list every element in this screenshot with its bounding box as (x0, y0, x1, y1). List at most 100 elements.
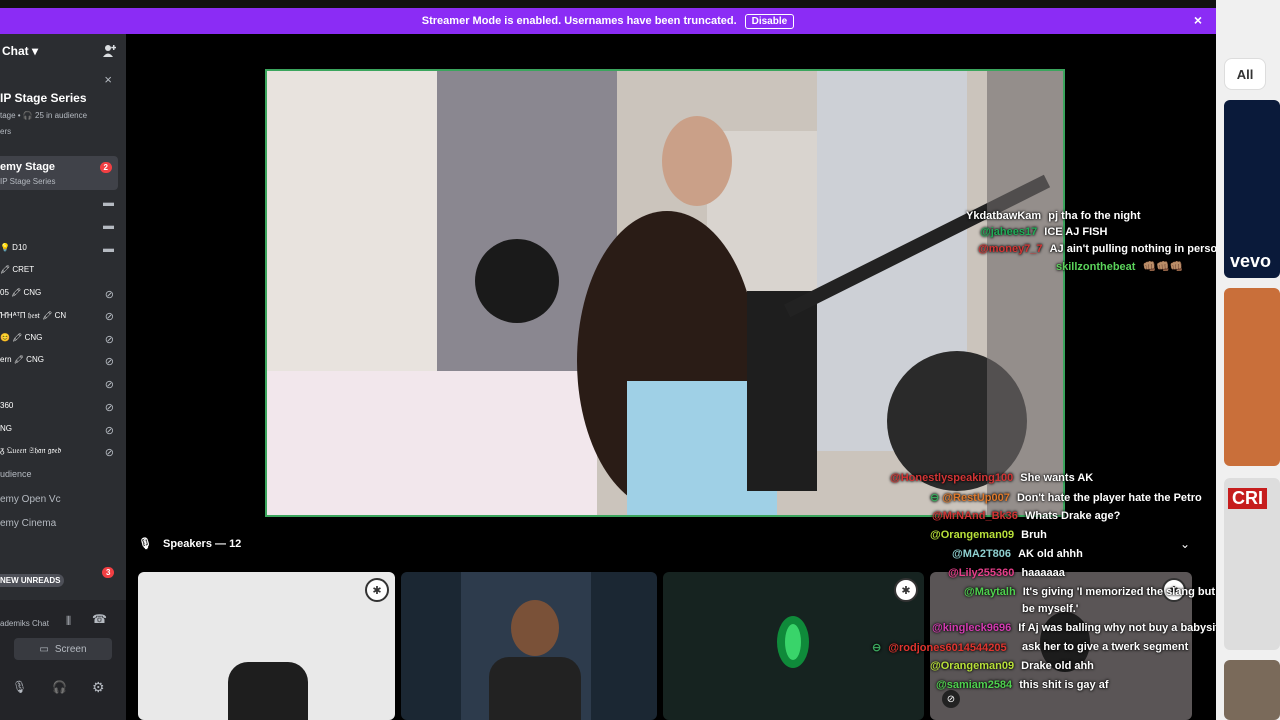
chat-message: @MrNAnd_Bk36 Whats Drake age? (932, 510, 1120, 522)
chat-username: @jahees17 (980, 226, 1038, 238)
gear-icon[interactable]: ⚙ (92, 679, 105, 696)
chat-message: @money7_7 AJ ain't pulling nothing in pe… (978, 243, 1227, 255)
speaker-tile[interactable] (401, 572, 657, 720)
chat-username: YkdatbawKam (966, 210, 1042, 222)
chat-text: If Aj was balling why not buy a babysitt… (1018, 622, 1234, 634)
chat-text: Bruh (1021, 529, 1047, 541)
verified-icon: ⊖ (930, 492, 940, 504)
channel-cinema[interactable]: emy Cinema (0, 518, 56, 529)
mic-off-icon: ⊘ (104, 311, 114, 323)
chat-message: @samiam2584 this shit is gay af (936, 679, 1108, 691)
camera-icon: ▬ (103, 220, 114, 232)
chat-message: @Orangeman09 Drake old ahh (930, 660, 1094, 672)
mic-icon: 🎙 (138, 538, 152, 550)
mic-icon[interactable]: 🎙 (12, 680, 27, 694)
chat-text: 👊🏽👊🏽👊🏽 (1142, 261, 1184, 273)
chat-message: @Orangeman09 Bruh (930, 529, 1047, 541)
member-item[interactable]: 05 🖍 CNG (0, 288, 41, 297)
speaker-video-content (511, 600, 559, 656)
stream-scene (267, 71, 1063, 515)
channel-open-vc[interactable]: emy Open Vc (0, 494, 61, 505)
camera-icon: ▬ (103, 243, 114, 255)
voice-panel: ademiks Chat ⫴ ☎ ▭ Screen 🎙 🎧 ⚙ (0, 600, 126, 720)
video-thumbnail[interactable]: vevo (1224, 100, 1280, 278)
chat-header[interactable]: Chat ▾ (2, 44, 38, 58)
mic-off-icon: ⊘ (104, 425, 114, 437)
close-icon[interactable]: × (104, 72, 112, 87)
speakers-label: Speakers — 12 (163, 538, 242, 550)
speaker-video-content (489, 657, 581, 720)
speaker-video-content (228, 662, 308, 720)
chat-message: ⊖ @RestUp007 Don't hate the player hate … (930, 491, 1202, 504)
speakers-section-header: 🎙 Speakers — 12 (138, 537, 241, 550)
sidebar: Chat ▾ × IP Stage Series tage • 🎧 25 in … (0, 34, 126, 720)
chat-text: Whats Drake age? (1024, 510, 1121, 522)
chat-username: @RestUp007 (942, 492, 1010, 504)
unreads-count-badge: 3 (102, 567, 115, 578)
member-item[interactable]: 360 (0, 401, 13, 410)
soundboard-icon[interactable]: ⫴ (66, 614, 71, 629)
chat-username: @kingleck9696 (932, 622, 1012, 634)
chat-message: @Lily255360 haaaaaa (948, 567, 1065, 579)
close-icon[interactable]: × (1194, 12, 1202, 28)
video-thumbnail[interactable] (1224, 660, 1280, 720)
chat-username: @rodjones6014544205 (888, 642, 1007, 654)
member-item[interactable]: 😊 🖍 CNG (0, 333, 42, 342)
headphones-icon[interactable]: 🎧 (52, 680, 67, 694)
chat-text: She wants AK (1020, 472, 1094, 484)
audience-label: udience (0, 469, 32, 479)
filter-chip-all[interactable]: All (1224, 58, 1266, 90)
chat-message: YkdatbawKam pj tha fo the night (966, 210, 1141, 222)
chat-username: @money7_7 (978, 243, 1043, 255)
active-channel-sub: IP Stage Series (0, 177, 56, 186)
stage-moderator-icon: ✱ (894, 578, 918, 602)
unread-badge: 2 (99, 162, 112, 173)
chat-message: skillzonthebeat 👊🏽👊🏽👊🏽 (1056, 260, 1184, 273)
speaker-tile[interactable]: ✱ (138, 572, 395, 720)
stage-meta: tage • 🎧 25 in audience (0, 111, 88, 120)
active-channel-name: emy Stage (0, 161, 56, 173)
chat-message-continued: ask her to give a twerk segment (1022, 641, 1189, 653)
screen-label: Screen (54, 643, 87, 655)
stage-meta-2: ers (0, 127, 12, 136)
mic-off-icon: ⊘ (104, 334, 114, 346)
disable-streamer-mode-button[interactable]: Disable (744, 13, 795, 29)
video-thumbnail[interactable] (1224, 288, 1280, 466)
screen-share-button[interactable]: ▭ Screen (14, 638, 112, 660)
thumbnail-text: vevo (1230, 251, 1272, 271)
stream-video[interactable] (265, 69, 1065, 517)
video-thumbnail[interactable]: CRI (1224, 478, 1280, 650)
chat-message: @MA2T806 AK old ahhh (952, 548, 1083, 560)
chat-text: Don't hate the player hate the Petro (1016, 492, 1202, 504)
member-item[interactable]: ern 🖍 CNG (0, 355, 44, 364)
chevron-down-icon: ▾ (32, 44, 39, 58)
chat-text: ICE AJ FISH (1044, 226, 1108, 238)
camera-icon: ▬ (103, 197, 114, 209)
chat-username: @Orangeman09 (930, 529, 1015, 541)
chat-message: @jahees17 ICE AJ FISH (980, 226, 1107, 238)
active-channel[interactable]: emy Stage IP Stage Series 2 (0, 156, 118, 190)
mic-off-icon: ⊘ (104, 356, 114, 368)
thumbnail-text: CRI (1228, 488, 1267, 509)
add-member-icon[interactable] (102, 44, 116, 58)
chat-text: Drake old ahh (1021, 660, 1094, 672)
mic-off-icon: ⊘ (104, 447, 114, 459)
member-item[interactable]: ᵹ 𝔔𝔲𝔢𝔢𝔫 𝔖𝔥𝔞𝔫 𝔤𝔬𝔢𝔡 (0, 446, 61, 456)
member-item[interactable]: 🖍 CRET (0, 265, 34, 274)
stage-moderator-icon: ✱ (365, 578, 389, 602)
member-item[interactable]: NG (0, 424, 12, 433)
new-unreads-pill[interactable]: NEW UNREADS (0, 574, 65, 587)
disconnect-icon[interactable]: ☎ (92, 612, 107, 626)
mic-off-icon: ⊘ (104, 289, 114, 301)
chat-text: pj tha fo the night (1048, 210, 1141, 222)
chat-message-continued: be myself.' (1022, 603, 1079, 615)
chevron-down-icon[interactable]: ⌄ (1180, 537, 1190, 551)
member-item[interactable]: ꞪꞪᴬᵀΠ 𝔥𝔢𝔰𝔱 🖍 CN (0, 311, 66, 321)
mic-off-icon: ⊘ (104, 379, 114, 391)
member-item[interactable]: 💡 D10 (0, 243, 27, 252)
screen-icon: ▭ (39, 643, 49, 655)
chat-text: AJ ain't pulling nothing in person. (1049, 243, 1227, 255)
chat-message: ⊖ @rodjones6014544205 (872, 641, 1007, 654)
chat-username: @Orangeman09 (930, 660, 1015, 672)
verified-icon: ⊖ (872, 642, 882, 654)
